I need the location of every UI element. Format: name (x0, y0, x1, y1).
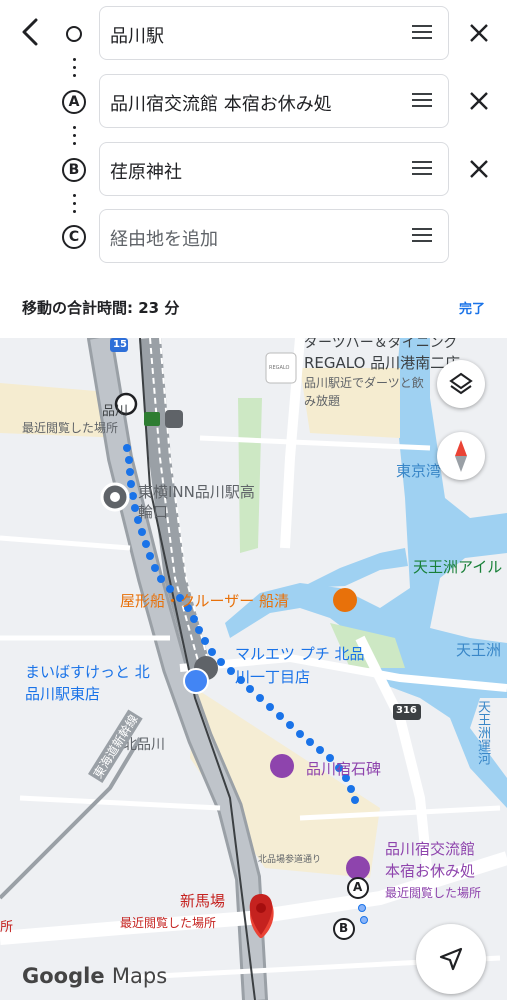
maruetsu-label-2: 川一丁目店 (235, 668, 311, 686)
navigation-arrow-icon (439, 947, 463, 971)
hotel-label-1[interactable]: 東横INN品川駅高 (138, 481, 255, 502)
tennozu-canal-label: 天王洲運河 (475, 700, 490, 765)
walking-route-to-b (358, 904, 368, 924)
stop-c-marker-icon: C (62, 225, 86, 249)
stop-row-a: A 品川宿交流館 本宿お休み処 (0, 74, 507, 130)
route-editor-panel: 品川駅 A 品川宿交流館 本宿お休み処 B 荏原神社 C 経由地を追加 移動の合… (0, 0, 507, 338)
origin-text: 品川駅 (110, 26, 164, 47)
ad-name-label[interactable]: REGALO 品川港南二店 (304, 352, 460, 373)
google-maps-logo: Google Maps (22, 964, 167, 988)
shop-poi-icon-2 (183, 668, 209, 694)
stop-b-marker-icon: B (62, 158, 86, 182)
layers-icon (449, 372, 473, 395)
done-button[interactable]: 完了 (459, 298, 485, 317)
compass-icon (455, 440, 467, 472)
marker-a-text: A (353, 880, 363, 894)
add-stop-field[interactable]: 経由地を追加 (99, 209, 449, 263)
jr-station-icon (144, 412, 160, 426)
sandou-road-label: 北品場参道通り (258, 855, 322, 865)
remove-stop-b-button[interactable] (464, 154, 494, 184)
recent-label-3: 最近閲覧した場所 (120, 916, 217, 930)
stop-row-c: C 経由地を追加 (0, 209, 507, 265)
google-wordmark: Google (22, 964, 105, 988)
origin-field[interactable]: 品川駅 (99, 6, 449, 60)
shinbaba-label[interactable]: 新馬場 (180, 890, 225, 911)
tokyo-bay-label: 東京湾 (396, 462, 442, 480)
regalo-logo-text: REGALO (269, 365, 290, 371)
tennozu-label-2: 天王洲 (456, 641, 502, 659)
layers-button[interactable] (437, 360, 485, 408)
route-shield-316-label: 316 (396, 705, 417, 716)
monument-poi-icon (270, 754, 294, 778)
remove-origin-button[interactable] (464, 18, 494, 48)
drag-handle-icon[interactable] (412, 161, 432, 177)
koryukan-label-2: 本宿お休み処 (385, 862, 476, 880)
remove-stop-a-button[interactable] (464, 86, 494, 116)
maruetsu-label-1[interactable]: マルエツ プチ 北品 (235, 643, 365, 664)
station-label[interactable]: 品川 (102, 400, 128, 419)
yakatabune-label[interactable]: 屋形船・クルーザー 船清 (120, 590, 289, 611)
drag-handle-icon[interactable] (412, 228, 432, 244)
stop-row-b: B 荏原神社 (0, 142, 507, 198)
hotel-label-2: 輪口 (138, 503, 169, 521)
maibasu-label-2: 品川駅東店 (25, 685, 101, 703)
ad-desc-1: 品川駅近でダーツと飲 (304, 376, 424, 390)
close-icon (470, 160, 488, 178)
stop-a-text: 品川宿交流館 本宿お休み処 (110, 94, 332, 115)
total-travel-time: 移動の合計時間: 23 分 (22, 299, 180, 317)
drag-handle-icon[interactable] (412, 93, 432, 109)
ad-desc-2: み放題 (304, 394, 341, 408)
add-stop-placeholder: 経由地を追加 (110, 229, 218, 250)
stop-b-field[interactable]: 荏原神社 (99, 142, 449, 196)
stop-a-marker-icon: A (62, 90, 86, 114)
close-icon (470, 92, 488, 110)
route-shield-15-label: 15 (113, 339, 127, 350)
my-location-button[interactable] (416, 924, 486, 994)
koryukan-label-1[interactable]: 品川宿交流館 (385, 838, 475, 859)
stop-b-text: 荏原神社 (110, 162, 182, 183)
stop-row-origin: 品川駅 (0, 6, 507, 62)
monument-label[interactable]: 品川宿石碑 (306, 758, 381, 779)
canal-branch (300, 548, 408, 588)
maps-wordmark: Maps (111, 964, 168, 988)
edge-label: 所 (0, 920, 14, 935)
recent-label-1: 最近閲覧した場所 (22, 421, 119, 435)
tennozu-label[interactable]: 天王洲アイル (413, 556, 502, 577)
train-station-icon (165, 410, 183, 428)
compass-button[interactable] (437, 432, 485, 480)
recent-label-2: 最近閲覧した場所 (385, 886, 482, 900)
maibasu-label-1[interactable]: まいばすけっと 北 (25, 661, 150, 682)
stop-a-field[interactable]: 品川宿交流館 本宿お休み処 (99, 74, 449, 128)
drag-handle-icon[interactable] (412, 25, 432, 41)
close-icon (470, 24, 488, 42)
origin-marker-icon (62, 22, 86, 46)
marker-b-text: B (339, 921, 349, 935)
koryukan-poi-icon (346, 856, 370, 880)
map-view[interactable]: 15 316 ダーツバー＆ダイニング REGALO REGALO 品川港南二店 … (0, 338, 507, 1000)
restaurant-poi-icon (333, 588, 357, 612)
shinkansen-line (0, 736, 142, 900)
ad-top-label: ダーツバー＆ダイニング (304, 338, 458, 351)
park-area (238, 398, 262, 553)
